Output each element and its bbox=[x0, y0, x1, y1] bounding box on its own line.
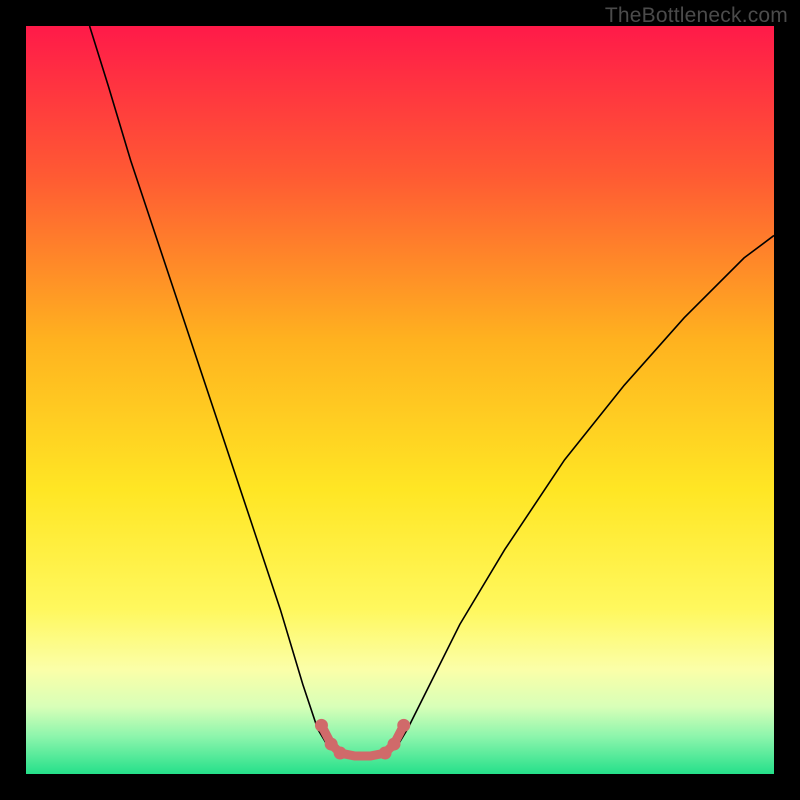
accent-dot bbox=[315, 719, 328, 732]
accent-dot bbox=[334, 747, 347, 760]
plot-area bbox=[26, 26, 774, 774]
accent-dot bbox=[388, 738, 401, 751]
outer-frame: TheBottleneck.com bbox=[0, 0, 800, 800]
gradient-background bbox=[26, 26, 774, 774]
bottleneck-chart bbox=[26, 26, 774, 774]
accent-dot bbox=[397, 719, 410, 732]
watermark-text: TheBottleneck.com bbox=[605, 4, 788, 28]
